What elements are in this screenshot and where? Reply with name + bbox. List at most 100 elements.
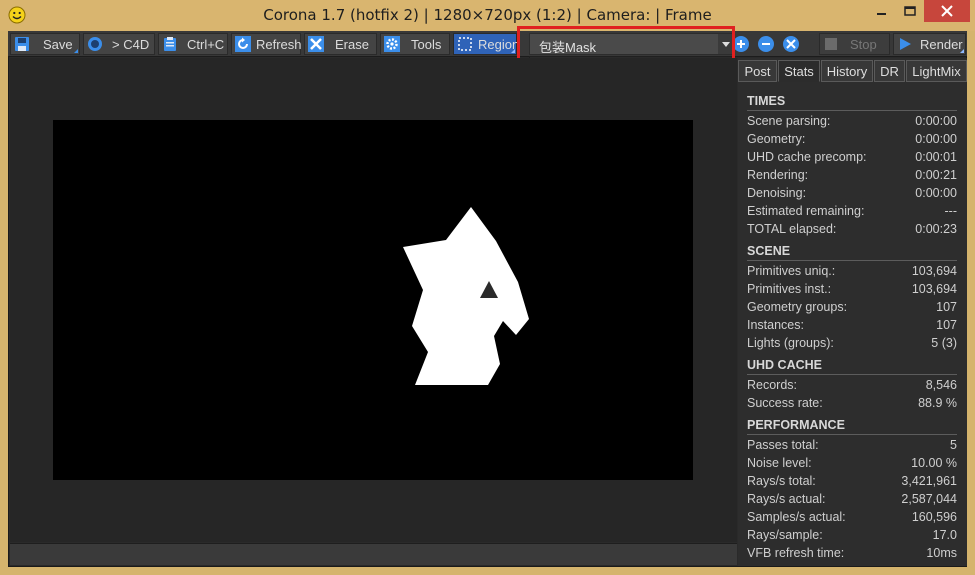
stat-row: Instances: 107 (747, 316, 957, 334)
zoom-fit-icon (783, 36, 799, 52)
stat-label: UHD cache precomp: (747, 150, 867, 164)
section-heading: UHD CACHE (747, 358, 822, 372)
stat-row: Primitives uniq.: 103,694 (747, 262, 957, 280)
stop-button[interactable]: Stop (819, 33, 890, 55)
stat-value: 103,694 (911, 282, 957, 296)
stat-label: Geometry: (747, 132, 806, 146)
stat-value: 3,421,961 (901, 474, 957, 488)
stat-value: 88.9 % (918, 396, 957, 410)
stat-value: 2,587,044 (901, 492, 957, 506)
stat-row: Records: 8,546 (747, 376, 957, 394)
maximize-button[interactable] (896, 0, 924, 22)
stat-value: 10ms (926, 546, 957, 560)
stat-value: 0:00:00 (915, 114, 957, 128)
stat-value: 5 (3) (931, 336, 957, 350)
tab-stats[interactable]: Stats (778, 60, 820, 82)
stat-row: Rendering: 0:00:21 (747, 166, 957, 184)
tab-post[interactable]: Post (738, 60, 777, 82)
c4d-icon (86, 35, 104, 53)
tab-history[interactable]: History (821, 60, 873, 82)
close-button[interactable] (924, 0, 970, 22)
status-bar (10, 543, 737, 565)
send-to-c4d-button[interactable]: > C4D (83, 33, 155, 55)
floppy-icon (13, 35, 31, 53)
stat-label: Rays/s actual: (747, 492, 826, 506)
save-label: Save (43, 36, 73, 52)
stat-row: Geometry groups: 107 (747, 298, 957, 316)
stat-label: VFB refresh time: (747, 546, 845, 560)
stats-panel: TIMES Scene parsing: 0:00:00 Geometry: 0:00… (747, 92, 957, 562)
tools-label: Tools (411, 36, 442, 52)
stat-value: 0:00:23 (915, 222, 957, 236)
zoom-in-button[interactable] (731, 34, 751, 54)
save-button[interactable]: Save (10, 33, 80, 55)
stat-label: Samples/s actual: (747, 510, 846, 524)
stat-label: Success rate: (747, 396, 823, 410)
mask-shape (403, 207, 529, 385)
zoom-in-icon (733, 36, 749, 52)
region-button[interactable]: Region (453, 33, 519, 55)
tools-button[interactable]: Tools (380, 33, 450, 55)
dropdown-corner (511, 49, 515, 53)
zoom-fit-button[interactable] (781, 34, 801, 54)
stat-value: 5 (950, 438, 957, 452)
stat-label: Primitives inst.: (747, 282, 832, 296)
title-bar: Corona 1.7 (hotfix 2) | 1280×720px (1:2)… (0, 0, 975, 31)
divider (747, 434, 957, 435)
side-panel: Post Stats History DR LightMix TIMES Sce… (738, 58, 967, 566)
refresh-label: Refresh (256, 36, 302, 52)
zoom-out-button[interactable] (756, 34, 776, 54)
minimize-button[interactable] (868, 0, 896, 22)
erase-icon (307, 35, 325, 53)
zoom-out-icon (758, 36, 774, 52)
stat-label: Passes total: (747, 438, 819, 452)
window-title: Corona 1.7 (hotfix 2) | 1280×720px (1:2)… (263, 6, 712, 24)
stat-row: Passes total: 5 (747, 436, 957, 454)
section-heading: SCENE (747, 244, 791, 258)
stat-value: 10.00 % (911, 456, 957, 470)
refresh-icon (234, 35, 252, 53)
stat-row: VFB refresh time: 10ms (747, 544, 957, 562)
gear-icon (383, 35, 401, 53)
stat-label: Instances: (747, 318, 804, 332)
clipboard-icon (161, 35, 179, 53)
refresh-button[interactable]: Refresh (231, 33, 302, 55)
erase-label: Erase (335, 36, 369, 52)
stat-label: Lights (groups): (747, 336, 834, 350)
stat-value: 8,546 (925, 378, 957, 392)
render-label: Render (920, 36, 963, 52)
stat-value: 0:00:01 (915, 150, 957, 164)
render-button[interactable]: Render (893, 33, 966, 55)
c4d-label: > C4D (112, 36, 150, 52)
stat-label: Estimated remaining: (747, 204, 865, 218)
stat-row: Success rate: 88.9 % (747, 394, 957, 412)
stop-label: Stop (850, 36, 877, 52)
stat-label: Noise level: (747, 456, 812, 470)
close-icon (941, 5, 953, 17)
divider (747, 110, 957, 111)
stat-label: Geometry groups: (747, 300, 848, 314)
render-image[interactable] (53, 120, 693, 480)
erase-button[interactable]: Erase (304, 33, 377, 55)
maximize-icon (904, 6, 916, 16)
tab-dr[interactable]: DR (874, 60, 905, 82)
stat-row: TOTAL elapsed: 0:00:23 (747, 220, 957, 238)
stat-label: Rays/sample: (747, 528, 823, 542)
stat-row: Lights (groups): 5 (3) (747, 334, 957, 352)
stat-row: Samples/s actual: 160,596 (747, 508, 957, 526)
region-icon (456, 35, 474, 53)
render-channel-select[interactable]: 包装Mask (529, 33, 735, 55)
stat-row: Rays/s total: 3,421,961 (747, 472, 957, 490)
stat-label: Rays/s total: (747, 474, 816, 488)
stat-label: Scene parsing: (747, 114, 831, 128)
copy-button[interactable]: Ctrl+C (158, 33, 228, 55)
minimize-icon (877, 13, 886, 15)
divider (747, 374, 957, 375)
stat-value: 107 (936, 300, 957, 314)
stat-row: Estimated remaining: --- (747, 202, 957, 220)
copy-label: Ctrl+C (187, 36, 225, 52)
stat-row: Noise level: 10.00 % (747, 454, 957, 472)
tab-lightmix[interactable]: LightMix (906, 60, 967, 82)
stat-row: Scene parsing: 0:00:00 (747, 112, 957, 130)
stat-label: TOTAL elapsed: (747, 222, 837, 236)
